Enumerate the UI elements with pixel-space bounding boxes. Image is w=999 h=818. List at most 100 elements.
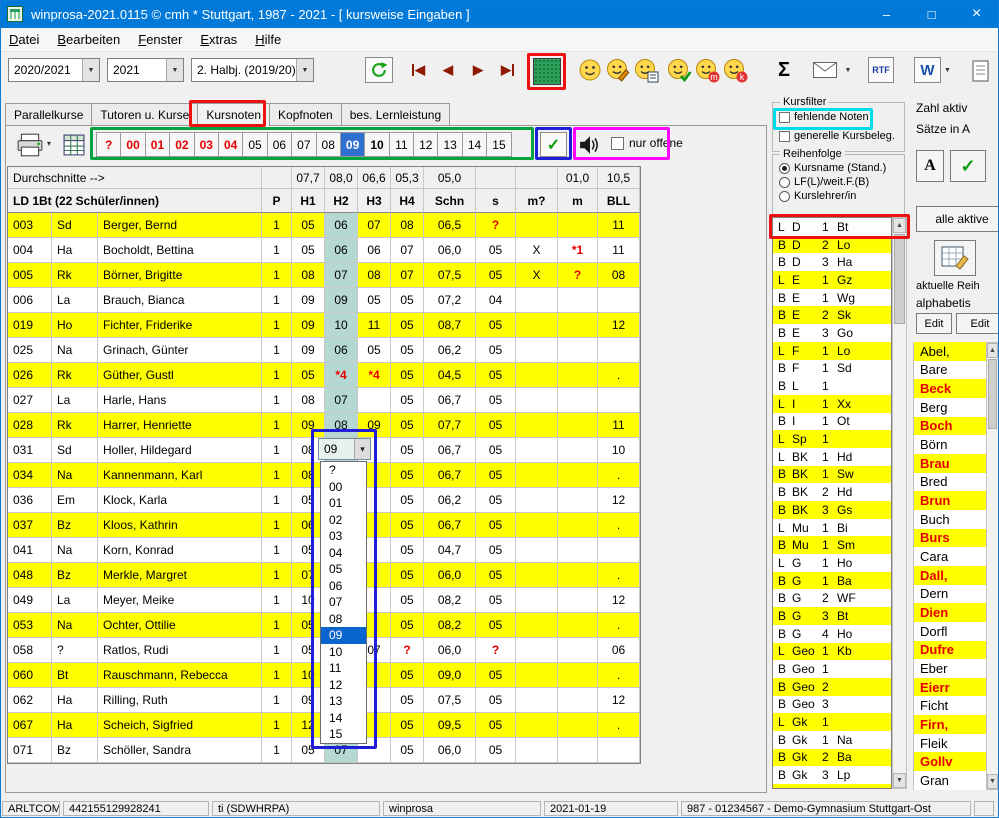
cell-m[interactable]	[558, 663, 598, 688]
course-row[interactable]: B Gk 3 Lp	[773, 766, 891, 784]
cell-h2[interactable]: 07	[325, 263, 358, 288]
cell-s[interactable]: 05	[476, 463, 516, 488]
student-scrollbar[interactable]: ▲ ▼	[986, 342, 999, 790]
cell-m[interactable]	[558, 413, 598, 438]
edit-grid-button[interactable]	[934, 240, 976, 276]
cell-h4[interactable]: 05	[391, 388, 424, 413]
cell-s[interactable]: 04	[476, 288, 516, 313]
cell-m[interactable]	[558, 588, 598, 613]
cell-h4[interactable]: 05	[391, 413, 424, 438]
cell-h1[interactable]: 05	[292, 363, 325, 388]
cell-bll[interactable]: .	[598, 713, 640, 738]
tab[interactable]: Kursnoten	[197, 103, 269, 126]
cell-mq[interactable]	[516, 488, 558, 513]
table-row[interactable]: 005 Rk Börner, Brigitte 1 08 07 08 07 07…	[8, 263, 640, 288]
cell-m[interactable]	[558, 513, 598, 538]
student-grade-m-button[interactable]: m	[694, 57, 721, 84]
course-row[interactable]: B F 1 Sd	[773, 360, 891, 378]
cell-bll[interactable]: 11	[598, 213, 640, 238]
word-button[interactable]: W	[914, 57, 941, 83]
print-dropdown[interactable]: ▾	[47, 139, 51, 148]
grade-option[interactable]: 03	[321, 528, 366, 545]
cell-mq[interactable]	[516, 688, 558, 713]
order-radio[interactable]: Kursname (Stand.)	[779, 161, 886, 175]
table-row[interactable]: 025 Na Grinach, Günter 1 09 06 05 05 06,…	[8, 338, 640, 363]
menu-item[interactable]: Fenster	[129, 29, 191, 50]
course-row[interactable]: B I 1 Ot	[773, 413, 891, 431]
cell-s[interactable]: ?	[476, 213, 516, 238]
minimize-button[interactable]: –	[864, 0, 909, 28]
course-row[interactable]: L E 1 Gz	[773, 271, 891, 289]
grade-option[interactable]: 13	[321, 693, 366, 710]
cell-h2[interactable]: 07	[325, 388, 358, 413]
grade-button[interactable]: ?	[96, 132, 121, 157]
course-row[interactable]: B Gk 1 Na	[773, 731, 891, 749]
cell-s[interactable]: 05	[476, 538, 516, 563]
cell-h4[interactable]: 05	[391, 563, 424, 588]
cell-s[interactable]: 05	[476, 613, 516, 638]
cell-s[interactable]: 05	[476, 238, 516, 263]
table-row[interactable]: 019 Ho Fichter, Friderike 1 09 10 11 05 …	[8, 313, 640, 338]
cell-mq[interactable]	[516, 638, 558, 663]
course-row[interactable]: L Sp 1	[773, 430, 891, 448]
cell-s[interactable]: 05	[476, 388, 516, 413]
cell-h3[interactable]: 09	[358, 413, 391, 438]
course-row[interactable]: B BK 2 Hd	[773, 483, 891, 501]
course-row[interactable]: B Geo 3	[773, 696, 891, 714]
cell-bll[interactable]	[598, 538, 640, 563]
cell-h2[interactable]: 08	[325, 413, 358, 438]
course-row[interactable]: L I 1 Xx	[773, 395, 891, 413]
cell-h4[interactable]: 05	[391, 713, 424, 738]
student-list-button[interactable]	[633, 57, 660, 84]
menu-item[interactable]: Bearbeiten	[48, 29, 129, 50]
tab[interactable]: Tutoren u. Kurse	[91, 103, 197, 126]
grade-option[interactable]: 14	[321, 710, 366, 727]
refresh-button[interactable]	[365, 57, 393, 83]
cell-mq[interactable]: X	[516, 263, 558, 288]
cell-bll[interactable]: 10	[598, 438, 640, 463]
course-row[interactable]: B BK 3 Gs	[773, 501, 891, 519]
grade-button[interactable]: 13	[437, 132, 462, 157]
cell-bll[interactable]: .	[598, 613, 640, 638]
edit-button-1[interactable]: Edit	[916, 313, 952, 334]
cell-m[interactable]	[558, 713, 598, 738]
cell-mq[interactable]	[516, 588, 558, 613]
cell-s[interactable]: 05	[476, 438, 516, 463]
cell-h1[interactable]: 09	[292, 338, 325, 363]
course-row[interactable]: L BK 1 Hd	[773, 448, 891, 466]
cell-bll[interactable]: .	[598, 363, 640, 388]
cell-mq[interactable]	[516, 338, 558, 363]
cell-s[interactable]: 05	[476, 488, 516, 513]
course-row[interactable]: L F 1 Lo	[773, 342, 891, 360]
cell-h4[interactable]: 05	[391, 338, 424, 363]
order-radio[interactable]: LF(L)/weit.F.(B)	[779, 175, 886, 189]
table-row[interactable]: 027 La Harle, Hans 1 08 07 05 06,7 05	[8, 388, 640, 413]
course-row[interactable]: B E 3 Go	[773, 324, 891, 342]
order-radio[interactable]: Kurslehrer/in	[779, 189, 886, 203]
cell-m[interactable]: ?	[558, 263, 598, 288]
cell-s[interactable]: 05	[476, 588, 516, 613]
cell-m[interactable]	[558, 688, 598, 713]
grade-option[interactable]: 15	[321, 726, 366, 743]
grade-option[interactable]: 12	[321, 677, 366, 694]
cell-bll[interactable]: .	[598, 663, 640, 688]
grade-option[interactable]: 10	[321, 644, 366, 661]
cell-h3[interactable]: 06	[358, 238, 391, 263]
cell-mq[interactable]: X	[516, 238, 558, 263]
cell-mq[interactable]	[516, 513, 558, 538]
cell-bll[interactable]	[598, 288, 640, 313]
cell-mq[interactable]	[516, 413, 558, 438]
course-row[interactable]: L Geo 1 Kb	[773, 643, 891, 661]
table-row[interactable]: 006 La Brauch, Bianca 1 09 09 05 05 07,2…	[8, 288, 640, 313]
cell-h2[interactable]: 06	[325, 213, 358, 238]
student-grade-k-button[interactable]: k	[722, 57, 749, 84]
course-row[interactable]: L D 1 Bt	[773, 218, 891, 236]
cell-bll[interactable]	[598, 388, 640, 413]
cell-h3[interactable]: *4	[358, 363, 391, 388]
cell-h4[interactable]: 05	[391, 663, 424, 688]
cell-bll[interactable]: 12	[598, 313, 640, 338]
course-row[interactable]: B BK 1 Sw	[773, 466, 891, 484]
course-row[interactable]: B L 1	[773, 377, 891, 395]
cell-h3[interactable]: 08	[358, 263, 391, 288]
cell-m[interactable]	[558, 738, 598, 763]
